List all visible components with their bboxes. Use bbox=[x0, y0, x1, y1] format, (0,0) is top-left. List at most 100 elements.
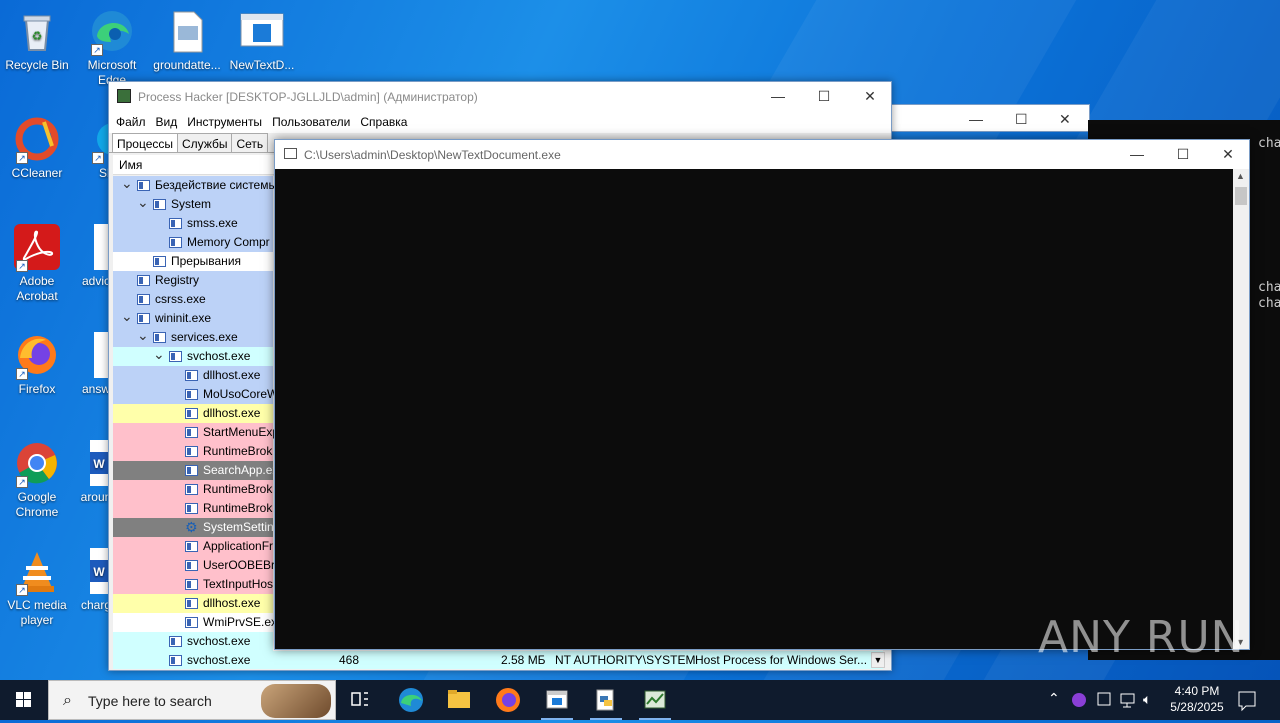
menu-bar: Файл Вид Инструменты Пользователи Справк… bbox=[109, 111, 891, 133]
python-file-icon[interactable] bbox=[582, 680, 630, 720]
process-hacker-titlebar[interactable]: Process Hacker [DESKTOP-JGLLJLD\admin] (… bbox=[109, 82, 891, 111]
file-explorer-icon[interactable] bbox=[435, 680, 483, 720]
aroun-label: aroun bbox=[80, 490, 108, 504]
maximize-button[interactable]: ☐ bbox=[1160, 140, 1206, 169]
minimize-button[interactable]: — bbox=[755, 82, 801, 111]
device-tray-icon[interactable] bbox=[1095, 680, 1113, 720]
close-icon[interactable]: ✕ bbox=[1059, 111, 1071, 128]
process-icon bbox=[153, 199, 166, 210]
scroll-thumb[interactable] bbox=[1235, 187, 1247, 205]
expand-chevron-icon[interactable]: ⌄ bbox=[137, 328, 149, 342]
firefox-shortcut[interactable]: ↗ Firefox bbox=[1, 332, 73, 397]
process-name: Прерывания bbox=[171, 254, 242, 268]
expand-chevron-icon[interactable]: ⌄ bbox=[121, 176, 133, 190]
process-hacker-icon[interactable] bbox=[631, 680, 679, 720]
start-button[interactable] bbox=[0, 680, 48, 720]
process-icon bbox=[137, 275, 150, 286]
answ-shortcut[interactable]: answ bbox=[76, 332, 108, 397]
expand-chevron-icon[interactable]: ⌄ bbox=[121, 309, 133, 323]
process-icon bbox=[169, 218, 182, 229]
process-icon bbox=[137, 313, 150, 324]
process-row[interactable]: svchost.exe 468 2.58 МБ NT AUTHORITY\SYSTEM… bbox=[113, 651, 883, 669]
vlc-icon: ↗ bbox=[14, 548, 60, 596]
clock[interactable]: 4:40 PM 5/28/2025 bbox=[1162, 683, 1232, 715]
window-app-icon[interactable] bbox=[533, 680, 581, 720]
advic-label: advic bbox=[81, 274, 108, 288]
process-name: dllhost.exe bbox=[203, 406, 261, 420]
process-icon bbox=[185, 408, 198, 419]
console-output[interactable] bbox=[275, 169, 1235, 649]
svg-text:♻: ♻ bbox=[32, 29, 43, 43]
acrobat-shortcut[interactable]: ↗ Adobe Acrobat bbox=[1, 224, 73, 304]
menu-tools[interactable]: Инструменты bbox=[182, 111, 267, 133]
recycle-bin-icon: ♻ bbox=[14, 8, 60, 54]
word-icon: W bbox=[90, 440, 108, 486]
process-name: RuntimeBrok bbox=[203, 482, 273, 496]
advic-shortcut[interactable]: advic bbox=[76, 224, 108, 289]
process-icon bbox=[185, 389, 198, 400]
process-name: services.exe bbox=[171, 330, 238, 344]
maximize-button[interactable]: ☐ bbox=[801, 82, 847, 111]
console-scrollbar[interactable]: ▲ ▼ bbox=[1233, 169, 1249, 649]
network-icon[interactable] bbox=[1118, 680, 1138, 720]
process-name: wininit.exe bbox=[155, 311, 212, 325]
console-titlebar[interactable]: C:\Users\admin\Desktop\NewTextDocument.e… bbox=[275, 140, 1249, 169]
clock-time: 4:40 PM bbox=[1174, 684, 1220, 698]
tab-services[interactable]: Службы bbox=[177, 133, 233, 152]
charg-shortcut[interactable]: W charg bbox=[76, 548, 108, 613]
menu-help[interactable]: Справка bbox=[355, 111, 412, 133]
tab-network[interactable]: Сеть bbox=[231, 133, 269, 152]
process-name: Бездействие системы bbox=[155, 178, 278, 192]
close-button[interactable]: ✕ bbox=[1205, 140, 1251, 169]
document-icon bbox=[94, 332, 108, 378]
exe-window-icon bbox=[239, 8, 285, 54]
process-name: Memory Compr bbox=[187, 235, 270, 249]
edge-shortcut[interactable]: ↗ Microsoft Edge bbox=[76, 8, 148, 88]
minimize-button[interactable]: — bbox=[1114, 140, 1160, 169]
background-window-titlebar[interactable]: — ☐ ✕ bbox=[890, 104, 1090, 132]
expand-chevron-icon[interactable]: ⌄ bbox=[153, 347, 165, 361]
chrome-shortcut[interactable]: ↗ Google Chrome bbox=[1, 440, 73, 520]
console-line: cha bbox=[1258, 280, 1280, 295]
charg-label: charg bbox=[80, 598, 108, 612]
groundatte-label: groundatte... bbox=[153, 58, 221, 72]
search-box[interactable]: ⌕ Type here to search bbox=[48, 680, 336, 720]
notifications-icon[interactable] bbox=[1236, 680, 1258, 720]
expand-chevron-icon[interactable]: ⌄ bbox=[137, 195, 149, 209]
app-tray-icon[interactable] bbox=[1070, 680, 1088, 720]
process-icon bbox=[137, 180, 150, 191]
menu-view[interactable]: Вид bbox=[151, 111, 183, 133]
minimize-icon[interactable]: — bbox=[969, 111, 983, 127]
firefox-icon[interactable] bbox=[484, 680, 532, 720]
process-icon bbox=[169, 655, 182, 666]
ccleaner-shortcut[interactable]: ↗ CCleaner bbox=[1, 116, 73, 181]
word-icon: W bbox=[90, 548, 108, 594]
tab-processes[interactable]: Процессы bbox=[112, 133, 179, 152]
shortcut-arrow-icon: ↗ bbox=[16, 260, 28, 272]
edge-icon[interactable] bbox=[387, 680, 435, 720]
groundatte-shortcut[interactable]: groundatte... bbox=[151, 8, 223, 73]
scroll-up-icon[interactable]: ▲ bbox=[1236, 171, 1245, 181]
task-view-icon[interactable] bbox=[336, 680, 384, 720]
shortcut-arrow-icon: ↗ bbox=[16, 152, 28, 164]
close-button[interactable]: ✕ bbox=[847, 82, 893, 111]
aroun-shortcut[interactable]: W aroun bbox=[76, 440, 108, 505]
process-icon bbox=[185, 446, 198, 457]
process-name: svchost.exe bbox=[187, 349, 251, 363]
menu-file[interactable]: Файл bbox=[111, 111, 151, 133]
process-icon bbox=[169, 351, 182, 362]
search-highlight-image bbox=[261, 684, 331, 718]
process-name: TextInputHos bbox=[203, 577, 274, 591]
newtextd-shortcut[interactable]: NewTextD... bbox=[226, 8, 298, 73]
process-name: dllhost.exe bbox=[203, 596, 261, 610]
process-icon bbox=[153, 332, 166, 343]
menu-users[interactable]: Пользователи bbox=[267, 111, 355, 133]
recycle-bin-shortcut[interactable]: ♻ Recycle Bin bbox=[1, 8, 73, 73]
svg-text:W: W bbox=[93, 457, 105, 471]
maximize-icon[interactable]: ☐ bbox=[1015, 111, 1028, 128]
chrome-label: Google Chrome bbox=[15, 490, 59, 519]
vlc-shortcut[interactable]: ↗ VLC media player bbox=[1, 548, 73, 628]
shortcut-arrow-icon: ↗ bbox=[16, 476, 28, 488]
process-name: SystemSetting bbox=[203, 520, 281, 534]
scroll-down-icon[interactable]: ▼ bbox=[871, 652, 885, 668]
